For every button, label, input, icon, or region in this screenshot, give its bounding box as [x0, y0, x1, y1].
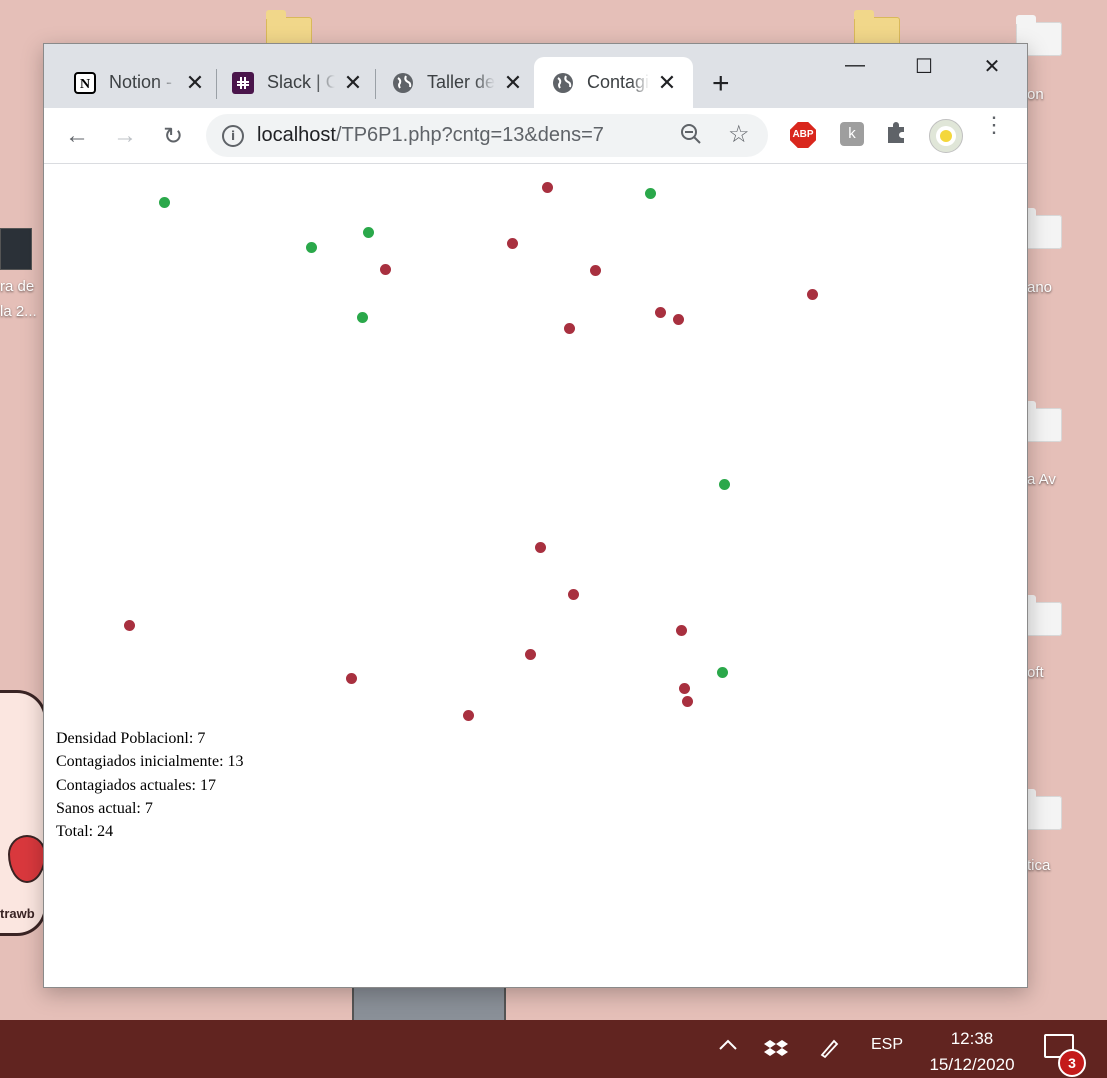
tab-title: Notion -	[109, 72, 173, 92]
profile-avatar[interactable]	[929, 119, 963, 153]
language-indicator[interactable]: ESP	[871, 1036, 903, 1054]
healthy-person-dot	[357, 312, 368, 323]
tab-contagios[interactable]: Contagi ✕	[534, 57, 693, 108]
globe-icon	[392, 72, 414, 94]
healthy-person-dot	[363, 227, 374, 238]
site-info-icon[interactable]: i	[222, 125, 244, 147]
zoom-out-icon[interactable]	[680, 123, 702, 151]
svg-text:N: N	[80, 77, 90, 92]
close-window-icon[interactable]: ✕	[972, 54, 1012, 79]
infected-person-dot	[463, 710, 474, 721]
url-host: localhost	[257, 124, 336, 146]
clock[interactable]: 12:38 15/12/2020	[920, 1026, 1024, 1078]
tab-title: Contagi	[587, 72, 649, 92]
globe-icon	[552, 72, 574, 94]
healthy-person-dot	[719, 479, 730, 490]
infected-person-dot	[676, 625, 687, 636]
infected-person-dot	[590, 265, 601, 276]
desktop-label: ano	[1027, 279, 1053, 296]
infected-person-dot	[124, 620, 135, 631]
browser-window: N Notion - ✕ Slack | C ✕ Taller de ✕ Con…	[43, 43, 1028, 988]
notion-icon: N	[74, 71, 96, 94]
clock-time: 12:38	[950, 1029, 994, 1048]
extensions-puzzle-icon[interactable]	[882, 119, 912, 152]
infected-person-dot	[568, 589, 579, 600]
stats-panel: Densidad Poblacionl: 7 Contagiados inici…	[56, 727, 244, 843]
infected-person-dot	[380, 264, 391, 275]
infected-person-dot	[679, 683, 690, 694]
density-stat: Densidad Poblacionl: 7	[56, 730, 206, 747]
close-tab-icon[interactable]: ✕	[657, 70, 677, 96]
taskbar: ESP 12:38 15/12/2020 3	[0, 1020, 1107, 1078]
clock-date: 15/12/2020	[929, 1055, 1015, 1074]
infected-person-dot	[564, 323, 575, 334]
tab-title: Taller de	[427, 72, 495, 92]
infected-person-dot	[525, 649, 536, 660]
back-arrow-icon[interactable]: ←	[62, 122, 92, 150]
infected-person-dot	[507, 238, 518, 249]
wallpaper-art	[352, 986, 506, 1024]
adblock-plus-icon[interactable]: ABP	[790, 122, 816, 148]
pen-icon[interactable]	[818, 1037, 840, 1064]
close-tab-icon[interactable]: ✕	[503, 70, 523, 96]
desktop-label: ra de	[0, 278, 35, 295]
tab-notion[interactable]: N Notion - ✕	[44, 57, 216, 108]
bookmark-star-icon[interactable]: ☆	[728, 120, 750, 149]
url-path: /TP6P1.php?cntg=13&dens=7	[335, 124, 604, 146]
infected-person-dot	[542, 182, 553, 193]
desktop-label: a Av	[1027, 471, 1056, 488]
desktop-label: la 2...	[0, 303, 37, 320]
healthy-person-dot	[717, 667, 728, 678]
url-text[interactable]: localhost/TP6P1.php?cntg=13&dens=7	[257, 124, 604, 147]
desktop-label: on	[1027, 86, 1044, 103]
initial-infected-stat: Contagiados inicialmente: 13	[56, 753, 244, 771]
infected-person-dot	[807, 289, 818, 300]
infected-person-dot	[682, 696, 693, 707]
infected-person-dot	[535, 542, 546, 553]
dropbox-icon[interactable]	[764, 1038, 788, 1065]
healthy-stat: Sanos actual: 7	[56, 799, 153, 817]
healthy-person-dot	[645, 188, 656, 199]
total-stat: Total: 24	[56, 823, 114, 841]
tab-strip: N Notion - ✕ Slack | C ✕ Taller de ✕ Con…	[44, 44, 1027, 108]
tab-slack[interactable]: Slack | C ✕	[202, 57, 374, 108]
slack-icon	[232, 71, 254, 94]
minimize-icon[interactable]: —	[835, 54, 875, 77]
address-bar[interactable]: i localhost/TP6P1.php?cntg=13&dens=7 ☆	[206, 114, 768, 157]
sticker-text: trawb	[0, 906, 35, 921]
desktop-label: oft	[1027, 664, 1044, 681]
browser-toolbar: ← → ↻ i localhost/TP6P1.php?cntg=13&dens…	[44, 108, 1027, 164]
new-tab-icon[interactable]: +	[712, 67, 730, 101]
menu-kebab-icon[interactable]: ⋮	[979, 114, 1009, 136]
tab-taller[interactable]: Taller de ✕	[362, 57, 534, 108]
healthy-person-dot	[306, 242, 317, 253]
infected-person-dot	[655, 307, 666, 318]
simulation-canvas: Densidad Poblacionl: 7 Contagiados inici…	[44, 164, 1027, 987]
infected-person-dot	[673, 314, 684, 325]
wallpaper-sticker	[0, 690, 47, 936]
healthy-person-dot	[159, 197, 170, 208]
show-hidden-icons-chevron-icon[interactable]	[718, 1034, 738, 1057]
notification-badge: 3	[1058, 1049, 1086, 1077]
close-tab-icon[interactable]: ✕	[343, 70, 363, 96]
desktop-label: tica	[1027, 857, 1051, 874]
maximize-icon[interactable]: ☐	[904, 54, 944, 79]
tab-title: Slack | C	[267, 72, 335, 92]
extension-icon[interactable]: k	[840, 122, 864, 146]
current-infected-stat: Contagiados actuales: 17	[56, 776, 216, 794]
desktop-file-icon[interactable]	[0, 228, 32, 270]
forward-arrow-icon[interactable]: →	[110, 122, 140, 150]
reload-icon[interactable]: ↻	[158, 122, 188, 151]
infected-person-dot	[346, 673, 357, 684]
